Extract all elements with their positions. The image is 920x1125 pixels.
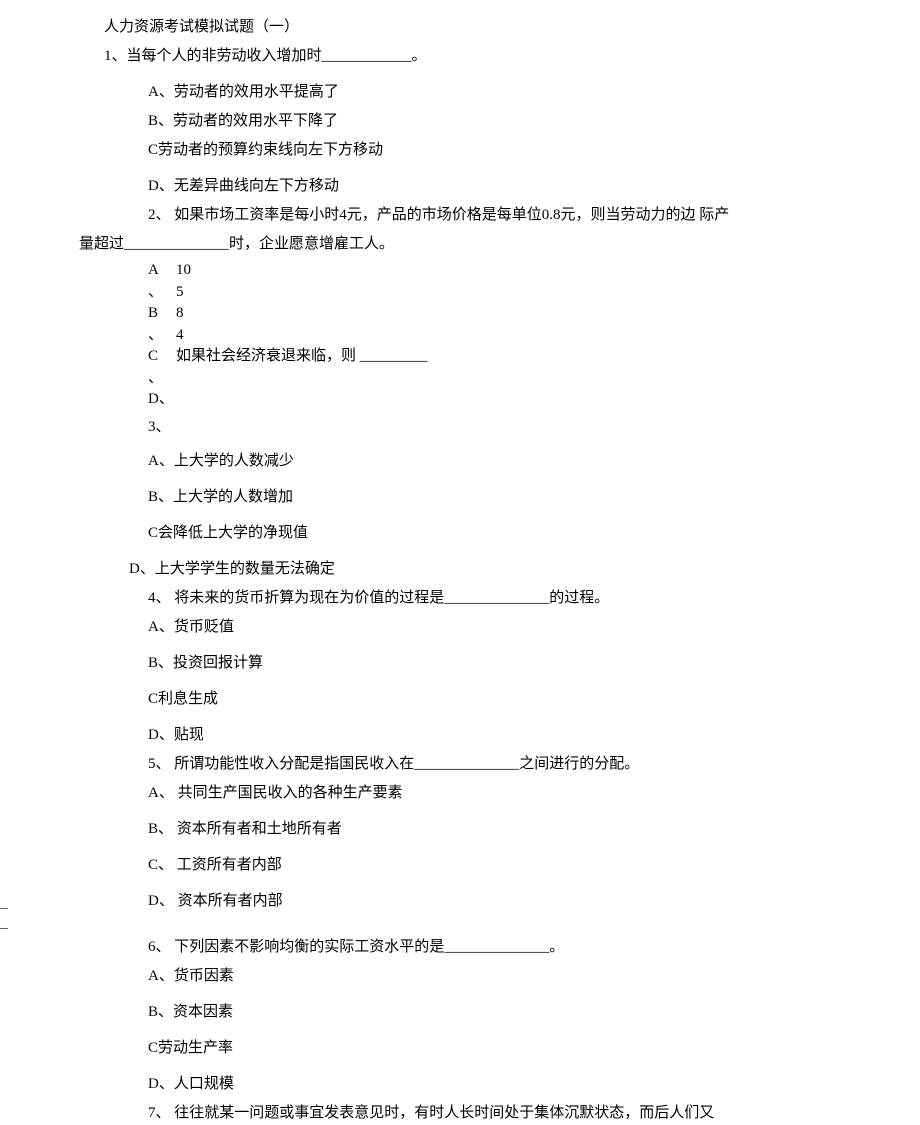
q2-left-3: 、 bbox=[148, 326, 176, 346]
q2-left-2: B bbox=[148, 304, 176, 324]
q3-option-d: D、上大学学生的数量无法确定 bbox=[129, 557, 920, 581]
q3-option-a: A、上大学的人数减少 bbox=[148, 449, 920, 473]
q7-stem: 7、 往往就某一问题或事宜发表意见时，有时人长时间处于集体沉默状态，而后人们又 bbox=[148, 1101, 920, 1125]
q2-left-0: A bbox=[148, 261, 176, 281]
q3-stem-inline bbox=[176, 369, 920, 389]
q4-option-b: B、投资回报计算 bbox=[148, 651, 920, 675]
q2-left-1: 、 bbox=[148, 283, 176, 303]
q6-option-c: C劳动生产率 bbox=[148, 1036, 920, 1060]
q2-right-4: 如果社会经济衰退来临，则 _________ bbox=[176, 347, 920, 367]
q2-stem-line2: 量超过______________时，企业愿意增雇工人。 bbox=[79, 232, 920, 256]
crop-mark-icon bbox=[0, 928, 8, 929]
q6-stem: 6、 下列因素不影响均衡的实际工资水平的是______________。 bbox=[148, 935, 920, 959]
q5-option-d: D、 资本所有者内部 bbox=[148, 889, 920, 913]
q1-option-a: A、劳动者的效用水平提高了 bbox=[148, 80, 920, 104]
q4-stem: 4、 将未来的货币折算为现在为价值的过程是______________的过程。 bbox=[148, 586, 920, 610]
q5-stem: 5、 所谓功能性收入分配是指国民收入在______________之间进行的分配… bbox=[148, 752, 920, 776]
q6-option-b: B、资本因素 bbox=[148, 1000, 920, 1024]
q2-left-5: 、 bbox=[148, 369, 176, 389]
q1-option-c: C劳动者的预算约束线向左下方移动 bbox=[148, 138, 920, 162]
q2-left-6: D、 bbox=[148, 390, 176, 410]
q2-stem-line1: 2、 如果市场工资率是每小时4元，产品的市场价格是每单位0.8元，则当劳动力的边… bbox=[148, 203, 920, 227]
q3-number: 3、 bbox=[148, 418, 176, 438]
q4-option-a: A、货币贬值 bbox=[148, 615, 920, 639]
document-title: 人力资源考试模拟试题（一） bbox=[104, 15, 920, 39]
q5-option-c: C、 工资所有者内部 bbox=[148, 853, 920, 877]
crop-mark-icon bbox=[0, 908, 8, 909]
q4-option-d: D、贴现 bbox=[148, 723, 920, 747]
q5-option-a: A、 共同生产国民收入的各种生产要素 bbox=[148, 781, 920, 805]
q1-stem: 1、当每个人的非劳动收入增加时____________。 bbox=[104, 44, 920, 68]
q3-option-b: B、上大学的人数增加 bbox=[148, 485, 920, 509]
q2-options-block: A10 、5 B8 、4 C如果社会经济衰退来临，则 _________ 、 D… bbox=[148, 261, 920, 437]
q2-right-1: 5 bbox=[176, 283, 920, 303]
q2-right-3: 4 bbox=[176, 326, 920, 346]
q6-option-a: A、货币因素 bbox=[148, 964, 920, 988]
q2-left-4: C bbox=[148, 347, 176, 367]
q1-option-d: D、无差异曲线向左下方移动 bbox=[148, 174, 920, 198]
q2-right-2: 8 bbox=[176, 304, 920, 324]
q6-option-d: D、人口规模 bbox=[148, 1072, 920, 1096]
q3-option-c: C会降低上大学的净现值 bbox=[148, 521, 920, 545]
q4-option-c: C利息生成 bbox=[148, 687, 920, 711]
q5-option-b: B、 资本所有者和土地所有者 bbox=[148, 817, 920, 841]
q1-option-b: B、劳动者的效用水平下降了 bbox=[148, 109, 920, 133]
q2-right-0: 10 bbox=[176, 261, 920, 281]
